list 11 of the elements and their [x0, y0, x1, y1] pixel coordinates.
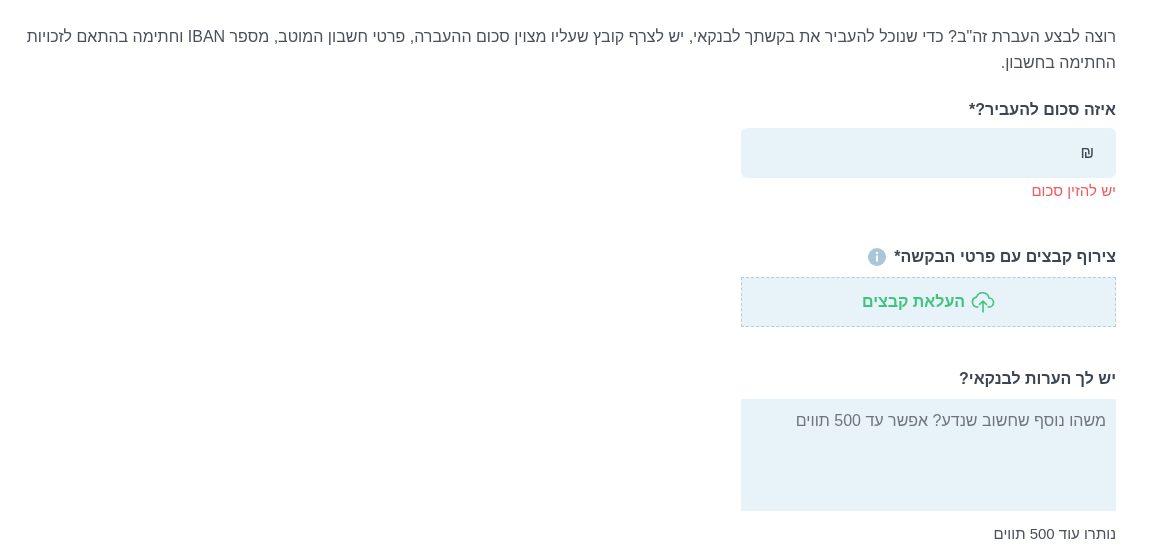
error-message: יש להזין סכום — [1030, 181, 1116, 201]
intro-paragraph: רוצה לבצע העברת זה"ב? כדי שנוכל להעביר את בקשתך לבנקאי, יש לצרף קובץ שעליו מצוין סכום ההעברה, פרטי חשבון המוטב, מספר IBAN וחתימה בהתאם לזכויות החתימה בחשבון. — [25, 27, 1116, 73]
field-label: צירוף קבצים עם פרטי הבקשה* — [894, 247, 1116, 267]
notes-field[interactable]: משהו נוסף שחשוב שנדע? אפשר עד 500 תווים — [741, 399, 1116, 511]
character-counter: נותרו עוד 500 תווים — [992, 524, 1116, 544]
field-label: יש לך הערות לבנקאי? — [958, 369, 1116, 389]
amount-field[interactable]: ₪ — [741, 128, 1116, 178]
cloud-upload-icon — [971, 291, 996, 313]
info-icon[interactable] — [868, 248, 887, 266]
field-label: איזה סכום להעביר?* — [968, 100, 1116, 120]
currency-symbol: ₪ — [1080, 143, 1094, 163]
